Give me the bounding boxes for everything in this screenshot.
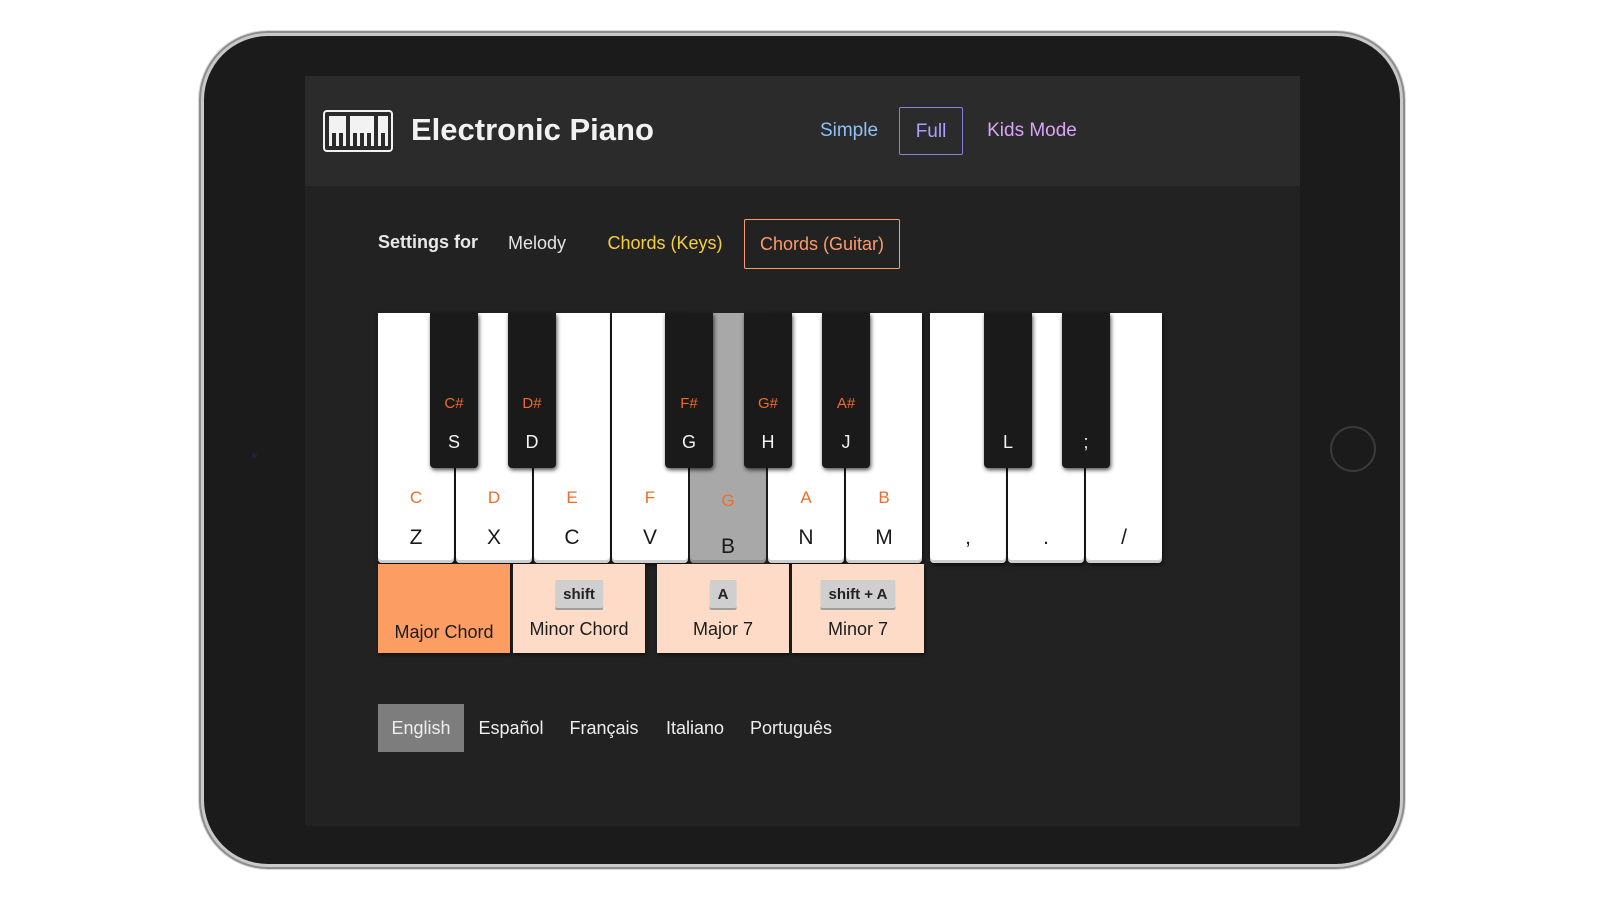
note-label: C <box>409 488 423 507</box>
shortcut-label: L <box>1002 432 1013 452</box>
tab-chords-guitar[interactable]: Chords (Guitar) <box>744 219 900 269</box>
chord-label: Major Chord <box>394 622 494 642</box>
note-label: A# <box>836 395 856 412</box>
note-label: D# <box>522 395 542 412</box>
note-label: A <box>800 488 812 507</box>
tab-melody[interactable]: Melody <box>499 219 575 269</box>
shortcut-label: . <box>1043 526 1049 549</box>
mode-kids-button[interactable]: Kids Mode <box>977 107 1087 155</box>
shortcut-label: ; <box>1083 432 1089 452</box>
mode-simple-button[interactable]: Simple <box>811 107 887 155</box>
language-italiano[interactable]: Italiano <box>655 704 735 752</box>
home-button[interactable] <box>1330 426 1376 472</box>
note-label: G# <box>757 395 778 412</box>
minor-chord-button[interactable]: shift Minor Chord <box>513 564 645 653</box>
keycap-shift: shift <box>555 580 603 610</box>
shortcut-label: X <box>486 526 501 549</box>
language-francais[interactable]: Français <box>559 704 649 752</box>
language-english[interactable]: English <box>378 704 464 752</box>
black-key[interactable]: ; <box>1062 313 1110 468</box>
note-label: F# <box>680 395 698 412</box>
header: Electronic Piano Simple Full Kids Mode <box>305 76 1300 186</box>
language-espanol[interactable]: Español <box>469 704 553 752</box>
black-key[interactable]: D# D <box>508 313 556 468</box>
shortcut-label: M <box>875 526 893 549</box>
chord-label: Major 7 <box>692 619 754 639</box>
major-chord-button[interactable]: Major Chord <box>378 564 510 653</box>
note-label: C# <box>444 395 464 412</box>
shortcut-label: Z <box>409 526 423 549</box>
shortcut-label: J <box>841 432 851 452</box>
minor-7-button[interactable]: shift + A Minor 7 <box>792 564 924 653</box>
keycap-a: A <box>709 580 737 610</box>
app-title: Electronic Piano <box>411 112 654 147</box>
shortcut-label: S <box>447 432 460 452</box>
mode-full-button[interactable]: Full <box>899 107 963 155</box>
shortcut-label: G <box>681 432 696 452</box>
note-label: D <box>487 488 501 507</box>
note-label: F <box>644 488 656 507</box>
camera-icon <box>252 453 257 458</box>
piano-keys-icon <box>323 110 393 152</box>
shortcut-label: C <box>564 526 580 549</box>
settings-label: Settings for <box>378 232 479 252</box>
shortcut-label: , <box>965 526 971 549</box>
black-key[interactable]: L <box>984 313 1032 468</box>
shortcut-label: N <box>798 526 814 549</box>
app-screen: Electronic Piano Simple Full Kids Mode S… <box>305 76 1300 826</box>
language-portugues[interactable]: Português <box>741 704 841 752</box>
note-label: E <box>566 488 578 507</box>
keycap-shift-a: shift + A <box>820 580 896 610</box>
major-7-button[interactable]: A Major 7 <box>657 564 789 653</box>
shortcut-label: V <box>642 526 657 549</box>
shortcut-label: / <box>1121 526 1127 549</box>
note-label: G <box>721 491 735 510</box>
shortcut-label: H <box>761 432 775 452</box>
chord-label: Minor 7 <box>827 619 889 639</box>
shortcut-label: B <box>720 535 735 558</box>
black-key[interactable]: F# G <box>665 313 713 468</box>
piano-keyboard: C Z D X E C F V G B A N B M , . / C# S D… <box>378 313 1164 563</box>
chord-label: Minor Chord <box>529 619 629 639</box>
black-key[interactable]: A# J <box>822 313 870 468</box>
black-key[interactable]: C# S <box>430 313 478 468</box>
shortcut-label: D <box>525 432 539 452</box>
tab-chords-keys[interactable]: Chords (Keys) <box>595 219 735 269</box>
note-label: B <box>878 488 890 507</box>
black-key[interactable]: G# H <box>744 313 792 468</box>
